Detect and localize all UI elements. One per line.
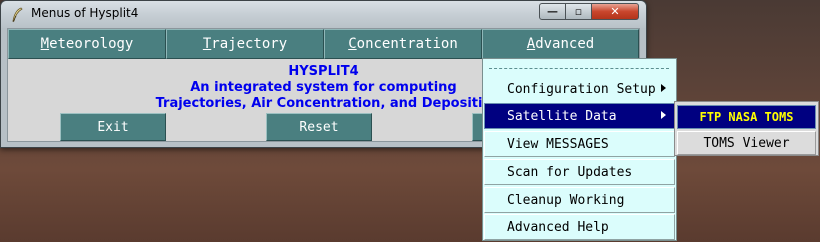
menu-item-scan-for-updates[interactable]: Scan for Updates	[484, 159, 675, 185]
exit-button[interactable]: Exit	[60, 113, 166, 141]
menu-item-cleanup-working[interactable]: Cleanup Working	[484, 187, 675, 213]
menu-item-ftp-nasa-toms[interactable]: FTP NASA TOMS	[677, 105, 816, 129]
menu-item-toms-viewer[interactable]: TOMS Viewer	[677, 131, 816, 155]
tearoff-line[interactable]	[489, 68, 669, 69]
submenu-arrow-icon	[661, 84, 666, 92]
maximize-button[interactable]: ▫	[565, 3, 592, 20]
minimize-button[interactable]: —	[539, 3, 566, 20]
menu-item-configuration-setup[interactable]: Configuration Setup	[484, 76, 675, 102]
menu-item-satellite-data[interactable]: Satellite Data	[484, 103, 675, 129]
quill-icon	[12, 7, 23, 23]
title-bar[interactable]: Menus of Hysplit4 — ▫ ✕	[1, 1, 646, 28]
menu-item-view-messages[interactable]: View MESSAGES	[484, 131, 675, 157]
satellite-data-submenu: FTP NASA TOMS TOMS Viewer	[674, 101, 819, 156]
minimize-icon: —	[547, 5, 558, 18]
window-title: Menus of Hysplit4	[31, 6, 139, 20]
advanced-dropdown-menu: Configuration Setup Satellite Data View …	[482, 58, 677, 241]
close-button[interactable]: ✕	[591, 3, 639, 20]
menu-bar: Meteorology Trajectory Concentration Adv…	[8, 29, 639, 59]
submenu-arrow-icon	[661, 111, 666, 119]
menu-advanced[interactable]: Advanced	[482, 29, 639, 59]
menu-concentration[interactable]: Concentration	[324, 29, 482, 59]
menu-meteorology[interactable]: Meteorology	[8, 29, 166, 59]
menu-trajectory[interactable]: Trajectory	[166, 29, 324, 59]
close-icon: ✕	[610, 5, 620, 18]
maximize-icon: ▫	[574, 5, 583, 18]
reset-button[interactable]: Reset	[266, 113, 372, 141]
menu-item-advanced-help[interactable]: Advanced Help	[484, 214, 675, 240]
